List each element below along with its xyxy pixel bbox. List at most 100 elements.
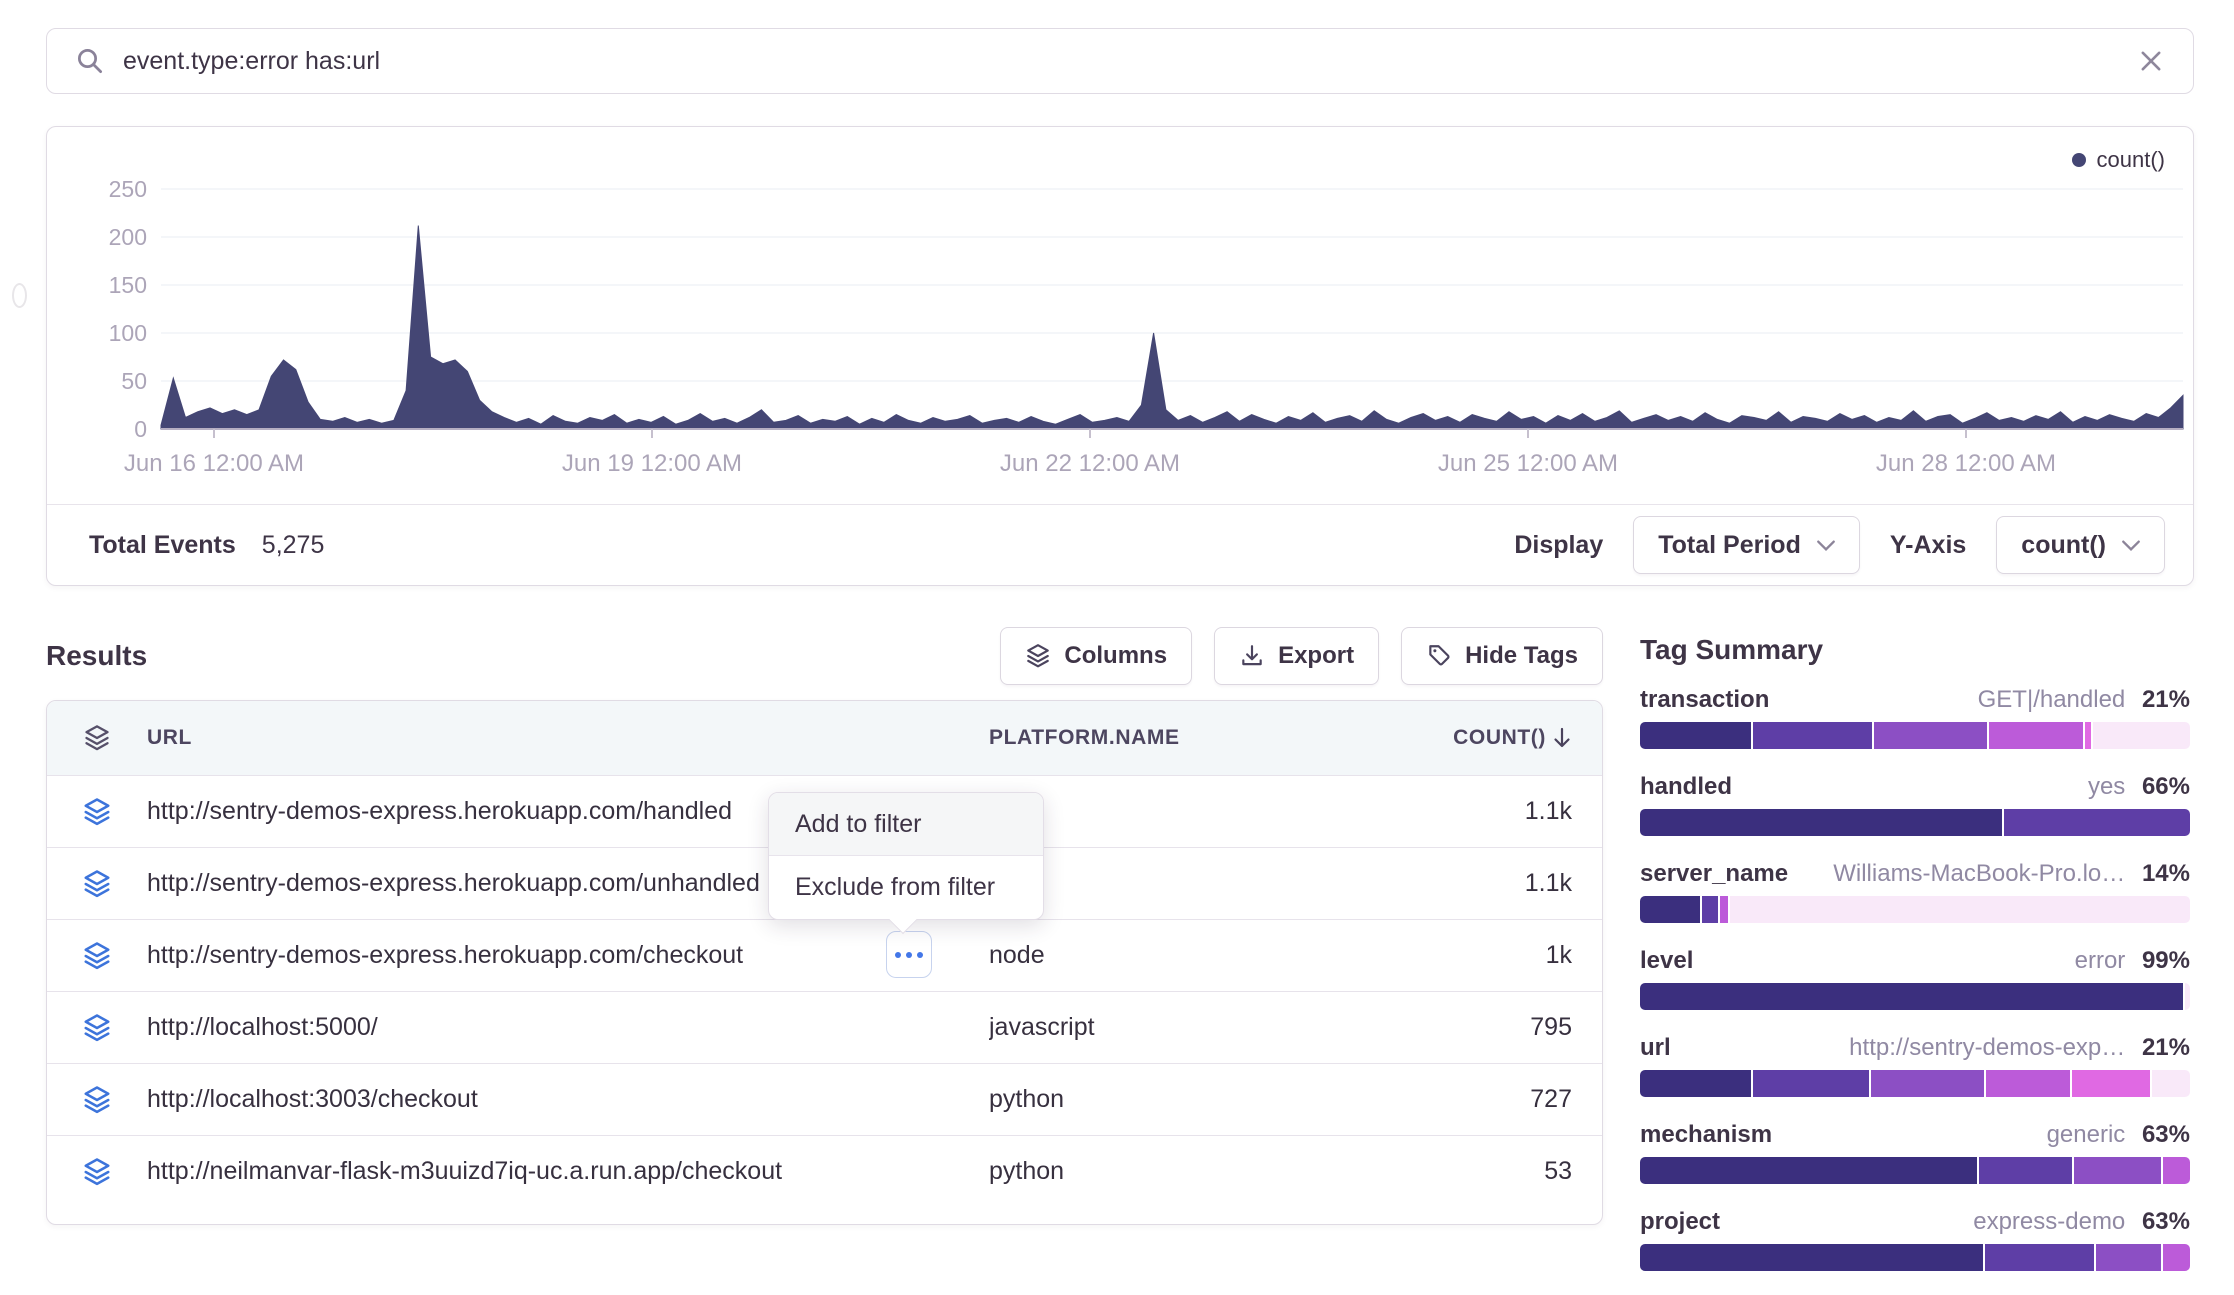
display-value: Total Period: [1658, 531, 1801, 560]
yaxis-dropdown[interactable]: count(): [1996, 516, 2165, 574]
platform-cell[interactable]: python: [989, 1085, 1412, 1114]
tag-bar-segment[interactable]: [1640, 983, 2183, 1010]
display-label: Display: [1514, 531, 1603, 560]
tag-bar-segment[interactable]: [2074, 1157, 2161, 1184]
platform-cell[interactable]: javascript: [989, 1013, 1412, 1042]
legend-dot: [2072, 153, 2086, 167]
table-row[interactable]: http://neilmanvar-flask-m3uuizd7iq-uc.a.…: [47, 1135, 1602, 1207]
count-cell: 53: [1412, 1157, 1602, 1186]
tag-bar-segment[interactable]: [2004, 809, 2190, 836]
chevron-down-icon: [1817, 540, 1835, 551]
tag-bar-segment[interactable]: [1985, 1244, 2094, 1271]
svg-text:Jun 16 12:00 AM: Jun 16 12:00 AM: [124, 450, 304, 477]
header-count-label: COUNT(): [1453, 726, 1546, 750]
download-icon: [1239, 643, 1265, 669]
table-row[interactable]: http://localhost:5000/javascript795: [47, 991, 1602, 1063]
tag-percent: 21%: [2142, 1034, 2190, 1061]
header-url[interactable]: URL: [147, 726, 989, 750]
chart-legend[interactable]: count(): [2072, 147, 2165, 173]
tag-bar-segment[interactable]: [1640, 1070, 1751, 1097]
search-bar[interactable]: [46, 28, 2194, 94]
tag-bar-segment[interactable]: [2163, 1244, 2190, 1271]
stack-icon[interactable]: [82, 1013, 112, 1043]
tag-row: handled yes 66%: [1640, 773, 2190, 836]
svg-text:50: 50: [121, 368, 147, 394]
export-button[interactable]: Export: [1214, 627, 1379, 685]
display-dropdown[interactable]: Total Period: [1633, 516, 1860, 574]
tag-bar-segment[interactable]: [1640, 809, 2002, 836]
tag-bar[interactable]: [1640, 1244, 2190, 1271]
sort-desc-icon: [1552, 727, 1572, 749]
tag-percent: 63%: [2142, 1208, 2190, 1235]
legend-label: count(): [2097, 147, 2165, 173]
table-row[interactable]: http://localhost:3003/checkoutpython727: [47, 1063, 1602, 1135]
tag-bar-segment[interactable]: [1979, 1157, 2071, 1184]
stack-icon[interactable]: [82, 869, 112, 899]
url-cell[interactable]: http://localhost:3003/checkout: [147, 1085, 989, 1114]
tag-bar-segment[interactable]: [1640, 1157, 1977, 1184]
stack-icon[interactable]: [82, 1085, 112, 1115]
total-events-label: Total Events: [89, 531, 236, 560]
svg-text:150: 150: [109, 272, 147, 298]
tag-bar-segment[interactable]: [2085, 722, 2090, 749]
hide-tags-button[interactable]: Hide Tags: [1401, 627, 1603, 685]
tag-bar-segment[interactable]: [2152, 1070, 2190, 1097]
url-cell[interactable]: http://sentry-demos-express.herokuapp.co…: [147, 941, 989, 970]
columns-button[interactable]: Columns: [1000, 627, 1192, 685]
tag-top-value: yes 66%: [2088, 773, 2190, 801]
search-input[interactable]: [123, 47, 2137, 76]
header-count[interactable]: COUNT(): [1412, 726, 1602, 750]
tag-bar-segment[interactable]: [1753, 722, 1872, 749]
events-chart-panel: count() 050100150200250Jun 16 12:00 AMJu…: [46, 126, 2194, 586]
stack-icon[interactable]: [82, 941, 112, 971]
cell-actions-button[interactable]: [886, 931, 932, 978]
tag-bar[interactable]: [1640, 722, 2190, 749]
tag-bar[interactable]: [1640, 809, 2190, 836]
columns-button-label: Columns: [1064, 642, 1167, 670]
menu-item-add-to-filter[interactable]: Add to filter: [769, 793, 1043, 856]
url-cell[interactable]: http://neilmanvar-flask-m3uuizd7iq-uc.a.…: [147, 1157, 989, 1186]
stack-icon[interactable]: [82, 1157, 112, 1187]
clear-search-icon[interactable]: [2137, 47, 2165, 75]
count-cell: 1.1k: [1412, 869, 1602, 898]
header-platform[interactable]: PLATFORM.NAME: [989, 726, 1412, 750]
count-cell: 1k: [1412, 941, 1602, 970]
tag-bar-segment[interactable]: [1640, 722, 1751, 749]
tag-bar-segment[interactable]: [2096, 1244, 2161, 1271]
tag-bar[interactable]: [1640, 1070, 2190, 1097]
tag-bar-segment[interactable]: [1702, 896, 1718, 923]
stack-icon[interactable]: [82, 797, 112, 827]
platform-cell[interactable]: node: [989, 941, 1412, 970]
results-table: URL PLATFORM.NAME COUNT() http://sentry-…: [46, 700, 1603, 1225]
tag-bar-segment[interactable]: [1986, 1070, 2070, 1097]
table-row[interactable]: http://sentry-demos-express.herokuapp.co…: [47, 919, 1602, 991]
tag-bar[interactable]: [1640, 1157, 2190, 1184]
tag-bar-segment[interactable]: [1871, 1070, 1984, 1097]
tag-bar-segment[interactable]: [1874, 722, 1987, 749]
tag-percent: 66%: [2142, 773, 2190, 800]
tag-bar-segment[interactable]: [2072, 1070, 2150, 1097]
tag-bar-segment[interactable]: [1640, 896, 1700, 923]
tag-bar-segment[interactable]: [1989, 722, 2084, 749]
svg-text:200: 200: [109, 224, 147, 250]
chart-footer: Total Events 5,275 Display Total Period …: [47, 505, 2193, 585]
tag-bar-segment[interactable]: [1730, 896, 2190, 923]
tag-row: projectexpress-demo 63%: [1640, 1208, 2190, 1271]
tag-bar-segment[interactable]: [1753, 1070, 1869, 1097]
tag-bar-segment[interactable]: [1720, 896, 1728, 923]
tag-top-value: http://sentry-demos-exp… 21%: [1849, 1034, 2190, 1062]
tag-bar-segment[interactable]: [2163, 1157, 2190, 1184]
tag-name: url: [1640, 1034, 1671, 1062]
tag-bar-segment[interactable]: [1640, 1244, 1983, 1271]
tag-bar-segment[interactable]: [2185, 983, 2190, 1010]
platform-cell[interactable]: python: [989, 1157, 1412, 1186]
tag-top-value: express-demo 63%: [1973, 1208, 2190, 1236]
tag-bar[interactable]: [1640, 896, 2190, 923]
events-chart[interactable]: 050100150200250Jun 16 12:00 AMJun 19 12:…: [47, 127, 2192, 505]
tag-list: transactionGET|/handled 21%handledyes 66…: [1640, 686, 2190, 1271]
url-cell[interactable]: http://localhost:5000/: [147, 1013, 989, 1042]
tag-bar[interactable]: [1640, 983, 2190, 1010]
svg-text:Jun 19 12:00 AM: Jun 19 12:00 AM: [562, 450, 742, 477]
tag-bar-segment[interactable]: [2093, 722, 2190, 749]
tag-name: handled: [1640, 773, 1732, 801]
